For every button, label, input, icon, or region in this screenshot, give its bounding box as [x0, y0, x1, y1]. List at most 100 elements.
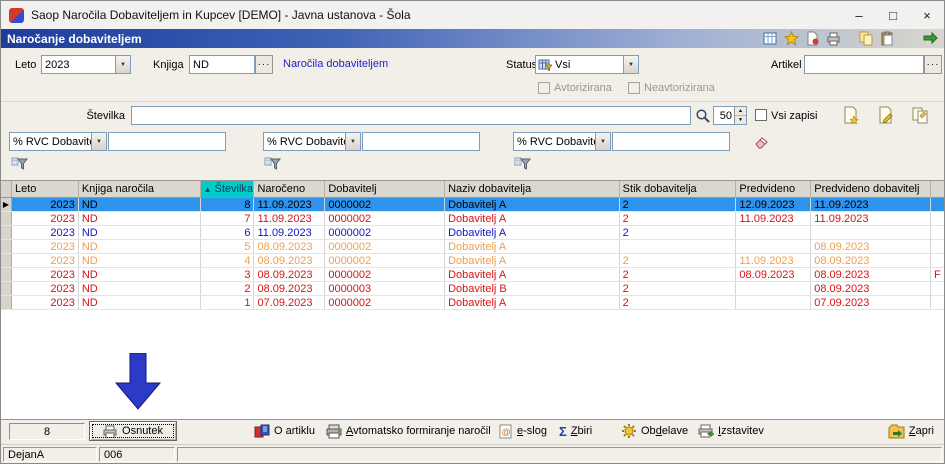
exchange-icon[interactable]	[923, 31, 938, 46]
search-input[interactable]	[131, 106, 691, 125]
cell-leto: 2023	[12, 240, 79, 253]
rvc-filter-combo-2[interactable]: % RVC Dobavitelj ▼	[263, 132, 361, 151]
cell-leto: 2023	[12, 296, 79, 309]
cell-predvideno: 12.09.2023	[736, 198, 812, 211]
filter-funnel-icon-3[interactable]	[514, 156, 532, 173]
knjiga-input[interactable]	[189, 55, 255, 74]
avtomatsko-formiranje-button[interactable]: Avtomatsko formiranje naročil	[326, 422, 491, 440]
avtorizirana-checkbox[interactable]	[538, 82, 550, 94]
grid-header-gutter	[1, 181, 12, 197]
cell-stik: 2	[620, 226, 737, 239]
cell-naroceno: 08.09.2023	[254, 282, 326, 295]
status-filter-icon	[538, 59, 552, 71]
clear-filters-eraser-icon[interactable]	[753, 134, 770, 149]
edit-record-icon[interactable]	[876, 106, 894, 124]
column-header-dobavitelj[interactable]: Dobavitelj	[325, 181, 446, 197]
filter-funnel-icon-1[interactable]	[11, 156, 29, 173]
rvc-filter-input-1[interactable]	[108, 132, 226, 151]
cell-extra	[931, 282, 944, 295]
column-header-predvideno[interactable]: Predvideno	[736, 181, 812, 197]
knjiga-lookup-button[interactable]: ···	[255, 55, 273, 74]
dropdown-arrow-icon[interactable]: ▼	[595, 133, 610, 150]
dropdown-arrow-icon[interactable]: ▼	[345, 133, 360, 150]
rvc-filter-input-2[interactable]	[362, 132, 480, 151]
eslog-icon: @	[499, 424, 512, 438]
rvc-filter-combo-3[interactable]: % RVC Dobavitelj ▼	[513, 132, 611, 151]
column-header-leto[interactable]: Leto	[12, 181, 79, 197]
artikel-input[interactable]	[804, 55, 924, 74]
o-artiklu-button[interactable]: O artiklu	[254, 422, 315, 440]
status-label: Status	[506, 59, 538, 71]
osnutek-label: Osnutek	[122, 425, 163, 437]
e-slog-button[interactable]: @ e-slog	[498, 422, 547, 440]
zapri-button[interactable]: Zapri	[888, 422, 934, 440]
column-header-predvideno-dobavitelj[interactable]: Predvideno dobavitelj	[811, 181, 931, 197]
column-header-stik-dobavitelja[interactable]: Stik dobavitelja	[620, 181, 737, 197]
cell-predvideno: 08.09.2023	[736, 268, 812, 281]
artikel-lookup-button[interactable]: ···	[924, 55, 942, 74]
star-icon[interactable]	[784, 31, 799, 46]
row-gutter	[1, 268, 12, 281]
dropdown-arrow-icon[interactable]: ▼	[623, 56, 638, 73]
table-row[interactable]: ▶ 2023 ND 8 11.09.2023 0000002 Dobavitelj A 2 12…	[1, 198, 944, 212]
dropdown-arrow-icon[interactable]: ▼	[91, 133, 106, 150]
cell-naroceno: 07.09.2023	[254, 296, 326, 309]
cell-naroceno: 11.09.2023	[254, 212, 326, 225]
table-row[interactable]: 2023 ND 5 08.09.2023 0000002 Dobavitelj A 08.0…	[1, 240, 944, 254]
table-row[interactable]: 2023 ND 3 08.09.2023 0000002 Dobavitelj A 2 08.…	[1, 268, 944, 282]
rvc-filter-input-3[interactable]	[612, 132, 730, 151]
cell-extra	[931, 254, 944, 267]
paste-icon[interactable]	[880, 31, 895, 46]
cell-stevilka: 3	[201, 268, 255, 281]
cell-knjiga: ND	[79, 254, 201, 267]
table-row[interactable]: 2023 ND 1 07.09.2023 0000002 Dobavitelj A 2 07.…	[1, 296, 944, 310]
cell-stik: 2	[620, 212, 737, 225]
cell-naroceno: 08.09.2023	[254, 240, 326, 253]
column-header-knjiga[interactable]: Knjiga naročila	[79, 181, 201, 197]
cell-stevilka: 6	[201, 226, 255, 239]
status-empty	[177, 447, 942, 462]
knjiga-description-link[interactable]: Naročila dobaviteljem	[283, 58, 388, 70]
search-icon[interactable]	[695, 108, 711, 124]
copy-icon[interactable]	[859, 31, 874, 46]
izstavitev-button[interactable]: Izstavitev	[698, 422, 764, 440]
spin-up-icon[interactable]: ▲	[735, 107, 746, 116]
cell-knjiga: ND	[79, 198, 201, 211]
spin-down-icon[interactable]: ▼	[735, 116, 746, 124]
artikel-label: Artikel	[771, 59, 802, 71]
vsi-zapisi-checkbox[interactable]	[755, 109, 767, 121]
record-count: 8	[9, 423, 85, 440]
svg-text:@: @	[502, 427, 511, 437]
column-header-naziv-dobavitelja[interactable]: Naziv dobavitelja	[445, 181, 620, 197]
column-header-stevilka[interactable]: ▲ Številka	[200, 181, 255, 197]
printer-icon[interactable]	[826, 31, 841, 46]
cell-stevilka: 2	[201, 282, 255, 295]
neavtorizirana-checkbox[interactable]	[628, 82, 640, 94]
cell-leto: 2023	[12, 226, 79, 239]
report-icon[interactable]	[805, 31, 820, 46]
new-record-icon[interactable]	[841, 106, 859, 124]
obdelave-button[interactable]: Obdelave	[621, 422, 688, 440]
page-size-stepper[interactable]: 50 ▲ ▼	[713, 106, 747, 125]
table-row[interactable]: 2023 ND 6 11.09.2023 0000002 Dobavitelj A2	[1, 226, 944, 240]
annotation-arrow-down-icon	[114, 353, 162, 410]
close-button[interactable]: ×	[910, 1, 944, 29]
leto-combo[interactable]: 2023 ▼	[41, 55, 131, 74]
app-window: Saop Naročila Dobaviteljem in Kupcev [DE…	[0, 0, 945, 464]
filter-funnel-icon-2[interactable]	[264, 156, 282, 173]
row-gutter	[1, 240, 12, 253]
table-row[interactable]: 2023 ND 7 11.09.2023 0000002 Dobavitelj A 2 11.…	[1, 212, 944, 226]
rvc-filter-combo-1[interactable]: % RVC Dobavitelj ▼	[9, 132, 107, 151]
osnutek-button[interactable]: Osnutek	[89, 421, 177, 441]
minimize-button[interactable]: –	[842, 1, 876, 29]
maximize-button[interactable]: □	[876, 1, 910, 29]
cell-predvideno	[736, 240, 812, 253]
zbiri-button[interactable]: Σ Zbiri	[559, 422, 592, 440]
copy-record-icon[interactable]	[911, 106, 929, 124]
table-icon[interactable]	[763, 31, 778, 46]
column-header-naroceno[interactable]: Naročeno	[254, 181, 326, 197]
table-row[interactable]: 2023 ND 2 08.09.2023 0000003 Dobavitelj B 2 08.…	[1, 282, 944, 296]
dropdown-arrow-icon[interactable]: ▼	[115, 56, 130, 73]
status-combo[interactable]: Vsi ▼	[535, 55, 639, 74]
table-row[interactable]: 2023 ND 4 08.09.2023 0000002 Dobavitelj A 2 11.…	[1, 254, 944, 268]
